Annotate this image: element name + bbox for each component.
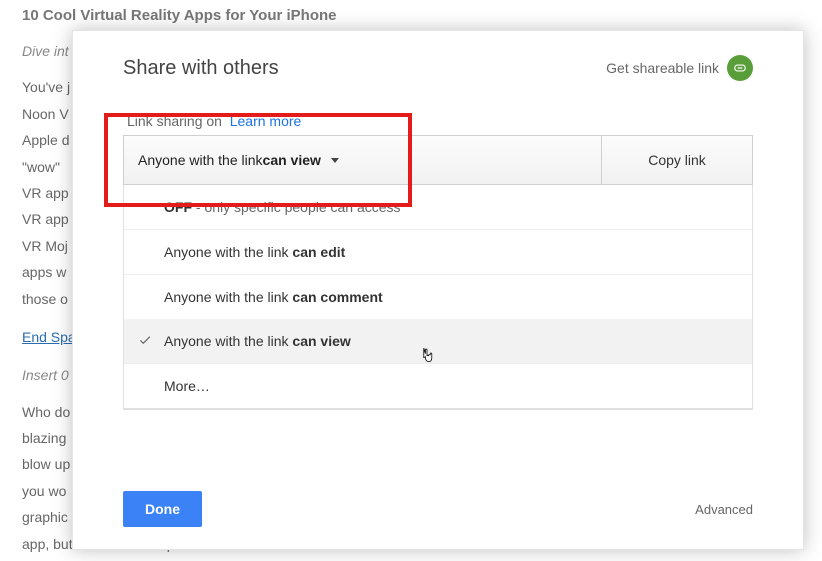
- chevron-down-icon: [331, 158, 339, 163]
- copy-link-button[interactable]: Copy link: [602, 136, 752, 184]
- link-permission-prefix: Anyone with the link: [138, 152, 263, 168]
- get-shareable-link-button[interactable]: Get shareable link: [606, 55, 753, 81]
- article-title: 10 Cool Virtual Reality Apps for Your iP…: [22, 4, 800, 28]
- link-icon: [727, 55, 753, 81]
- article-link[interactable]: End Spa: [22, 329, 76, 345]
- link-sharing-status: Link sharing on Learn more: [127, 113, 753, 129]
- learn-more-link[interactable]: Learn more: [230, 113, 302, 129]
- dialog-title: Share with others: [123, 57, 279, 80]
- option-off[interactable]: OFF - only specific people can access: [124, 185, 752, 230]
- link-permission-value: can view: [263, 152, 321, 168]
- option-can-view[interactable]: Anyone with the link can view: [124, 319, 752, 364]
- share-dialog: Share with others Get shareable link Lin…: [72, 30, 804, 550]
- link-permission-dropdown-menu: OFF - only specific people can access An…: [123, 185, 753, 410]
- link-permission-row: Anyone with the link can view Copy link: [123, 135, 753, 185]
- option-can-comment[interactable]: Anyone with the link can comment: [124, 275, 752, 319]
- advanced-link[interactable]: Advanced: [695, 502, 753, 517]
- get-shareable-link-label: Get shareable link: [606, 60, 719, 76]
- link-permission-dropdown-button[interactable]: Anyone with the link can view: [124, 136, 602, 184]
- option-can-edit[interactable]: Anyone with the link can edit: [124, 230, 752, 275]
- option-more[interactable]: More…: [124, 364, 752, 409]
- check-icon: [138, 333, 152, 347]
- done-button[interactable]: Done: [123, 491, 202, 527]
